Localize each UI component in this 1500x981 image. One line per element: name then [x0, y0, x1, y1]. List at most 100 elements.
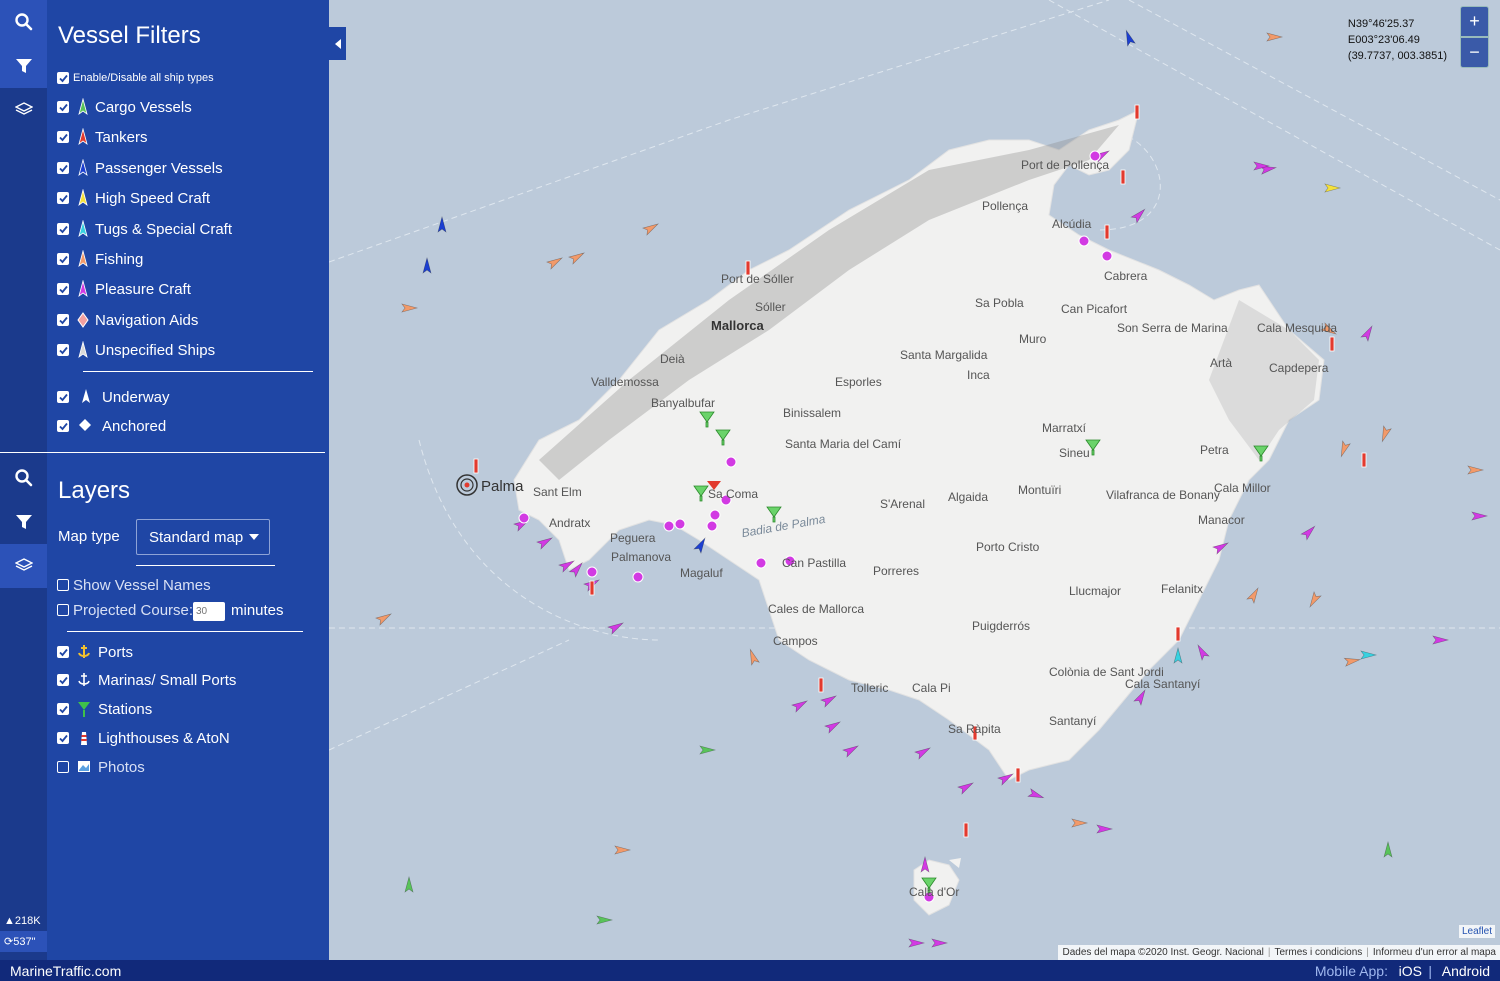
place-label: Cala Pi [912, 681, 951, 695]
lighthouse-icon[interactable] [818, 677, 824, 693]
lighthouse-icon[interactable] [473, 458, 479, 474]
place-label: Andratx [549, 516, 591, 530]
place-label: Cala d'Or [909, 885, 960, 899]
projected-course-checkbox[interactable] [57, 604, 69, 616]
anchored-checkbox[interactable] [57, 420, 69, 432]
layer-label: Lighthouses & AtoN [98, 729, 230, 747]
android-link[interactable]: Android [1442, 963, 1490, 979]
map-type-select[interactable]: Standard map [136, 519, 270, 555]
place-label: Port de Sóller [721, 272, 794, 286]
collapse-panel-button[interactable] [329, 27, 346, 60]
layer-checkbox[interactable] [57, 761, 69, 773]
lighthouse-icon[interactable] [1329, 336, 1335, 352]
vessel-type-label: Tankers [95, 128, 148, 146]
place-label: Santa Maria del Camí [785, 437, 902, 451]
vessel-type-checkbox[interactable] [57, 283, 69, 295]
anchored-vessel-marker[interactable] [586, 566, 598, 578]
terms-link[interactable]: Termes i condicions [1274, 947, 1362, 958]
divider [67, 631, 303, 632]
anchor-icon [78, 645, 90, 658]
ship-type-icon [78, 189, 88, 207]
layers-icon[interactable] [0, 88, 47, 132]
filter-icon-secondary[interactable] [0, 500, 47, 544]
vessel-type-label: Fishing [95, 250, 144, 268]
filter-icon[interactable] [0, 44, 47, 88]
place-label: Palmanova [611, 550, 672, 564]
zoom-out-button[interactable]: − [1460, 37, 1489, 68]
place-label: Mallorca [711, 318, 764, 333]
lighthouse-icon[interactable] [589, 580, 595, 596]
place-label: Esporles [835, 375, 882, 389]
anchored-vessel-marker[interactable] [1078, 235, 1090, 247]
place-label: Magaluf [680, 566, 723, 580]
vessel-type-checkbox[interactable] [57, 314, 69, 326]
anchored-vessel-marker[interactable] [709, 509, 721, 521]
search-icon[interactable] [0, 0, 47, 44]
place-label: Algaida [948, 490, 989, 504]
ship-type-icon [78, 280, 88, 298]
anchored-vessel-marker[interactable] [632, 571, 644, 583]
lighthouse-icon[interactable] [1361, 452, 1367, 468]
lighthouse-icon[interactable] [963, 822, 969, 838]
lighthouse-icon[interactable] [1015, 767, 1021, 783]
underway-checkbox[interactable] [57, 391, 69, 403]
enable-all-label: Enable/Disable all ship types [73, 72, 214, 84]
brand-link[interactable]: MarineTraffic.com [10, 963, 121, 979]
anchored-vessel-marker[interactable] [725, 456, 737, 468]
vessel-type-checkbox[interactable] [57, 253, 69, 265]
place-label: Cala Mesquida [1257, 321, 1338, 335]
place-label: Capdepera [1269, 361, 1329, 375]
projected-course-label: Projected Course: [73, 601, 194, 619]
place-label: Campos [773, 634, 818, 648]
layer-checkbox[interactable] [57, 674, 69, 686]
vessel-type-label: Passenger Vessels [95, 159, 223, 177]
vessel-type-label: Unspecified Ships [95, 341, 216, 359]
vessel-filters-title: Vessel Filters [58, 22, 201, 49]
divider [136, 565, 275, 566]
place-label: Pollença [982, 199, 1029, 213]
anchored-vessel-marker[interactable] [755, 557, 767, 569]
place-label: Artà [1210, 356, 1233, 370]
anchored-vessel-marker[interactable] [674, 518, 686, 530]
layer-checkbox[interactable] [57, 646, 69, 658]
vessel-type-checkbox[interactable] [57, 101, 69, 113]
place-label: Port de Pollença [1021, 158, 1110, 172]
place-label: Banyalbufar [651, 396, 716, 410]
lighthouse-icon[interactable] [1120, 169, 1126, 185]
place-label: Sóller [755, 300, 786, 314]
anchored-vessel-marker[interactable] [518, 512, 530, 524]
ios-link[interactable]: iOS [1399, 963, 1422, 979]
vessel-type-checkbox[interactable] [57, 192, 69, 204]
place-label: Alcúdia [1052, 217, 1092, 231]
anchored-vessel-marker[interactable] [1101, 250, 1113, 262]
vessel-type-checkbox[interactable] [57, 223, 69, 235]
place-label: Sa Coma [708, 487, 759, 501]
show-names-label: Show Vessel Names [73, 576, 211, 594]
anchored-vessel-marker[interactable] [706, 520, 718, 532]
footer-bar: MarineTraffic.com Mobile App: iOS | Andr… [0, 960, 1500, 981]
place-label: Cales de Mallorca [768, 602, 865, 616]
layer-checkbox[interactable] [57, 703, 69, 715]
search-icon-secondary[interactable] [0, 456, 47, 500]
enable-all-checkbox[interactable] [57, 72, 69, 84]
place-label: Petra [1200, 443, 1229, 457]
map-canvas[interactable]: Port de Pollença Pollença Alcúdia Port de S… [329, 0, 1500, 960]
lighthouse-icon[interactable] [1104, 224, 1110, 240]
show-names-checkbox[interactable] [57, 579, 69, 591]
vessel-type-checkbox[interactable] [57, 131, 69, 143]
layers-icon-secondary[interactable] [0, 544, 47, 588]
place-label: Llucmajor [1069, 584, 1122, 598]
leaflet-link[interactable]: Leaflet [1458, 925, 1495, 938]
report-error-link[interactable]: Informeu d'un error al mapa [1373, 947, 1496, 958]
online-count: ⟳537" [0, 931, 47, 952]
layer-checkbox[interactable] [57, 732, 69, 744]
side-rail: ▲218K ⟳537" [0, 0, 47, 960]
footer-separator: | [1428, 963, 1432, 979]
anchored-vessel-marker[interactable] [663, 520, 675, 532]
lighthouse-icon[interactable] [1134, 104, 1140, 120]
vessel-type-checkbox[interactable] [57, 162, 69, 174]
vessel-type-checkbox[interactable] [57, 344, 69, 356]
projected-minutes-input[interactable] [193, 602, 225, 621]
lighthouse-icon[interactable] [1175, 626, 1181, 642]
zoom-in-button[interactable]: + [1460, 6, 1489, 37]
